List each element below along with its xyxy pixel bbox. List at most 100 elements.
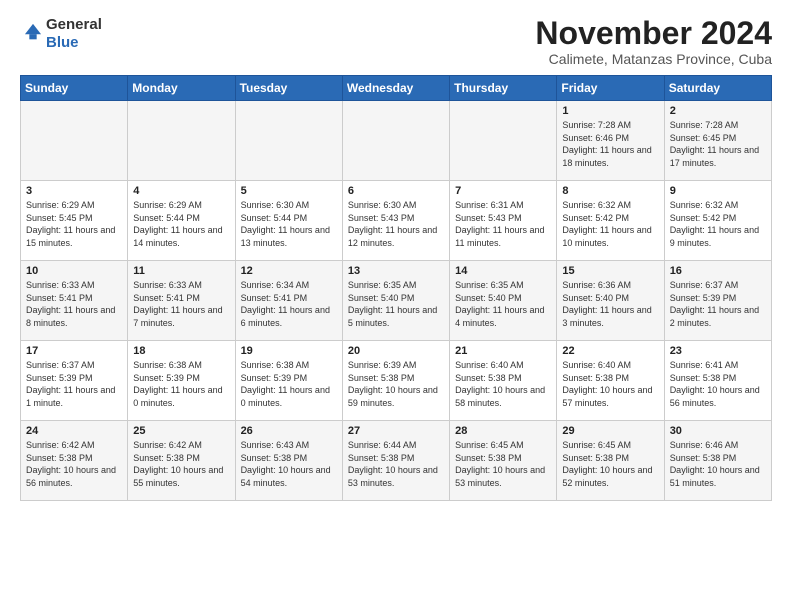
calendar-cell: 24Sunrise: 6:42 AM Sunset: 5:38 PM Dayli…: [21, 421, 128, 501]
day-number: 18: [133, 345, 229, 357]
week-row-2: 3 Sunrise: 6:29 AM Sunset: 5:45 PM Daylig…: [21, 181, 772, 261]
day-number: 17: [26, 345, 122, 357]
day-content: Sunrise: 7:28 AM Sunset: 6:46 PM Dayligh…: [562, 119, 658, 169]
logo-blue-text: Blue: [46, 34, 79, 51]
calendar-cell: 6 Sunrise: 6:30 AM Sunset: 5:43 PM Daylig…: [342, 181, 449, 261]
day-content: Sunrise: 6:39 AM Sunset: 5:38 PM Dayligh…: [348, 359, 444, 409]
calendar-cell: 19Sunrise: 6:38 AM Sunset: 5:39 PM Dayli…: [235, 341, 342, 421]
calendar-subtitle: Calimete, Matanzas Province, Cuba: [535, 51, 772, 67]
day-number: 29: [562, 425, 658, 437]
day-content: Sunrise: 6:35 AM Sunset: 5:40 PM Dayligh…: [455, 279, 551, 329]
day-number: 11: [133, 265, 229, 277]
day-number: 28: [455, 425, 551, 437]
week-row-4: 17 Sunrise: 6:37 AM Sunset: 5:39 PM Dayli…: [21, 341, 772, 421]
day-number: 7: [455, 185, 551, 197]
calendar-cell: 13 Sunrise: 6:35 AM Sunset: 5:40 PM Dayli…: [342, 261, 449, 341]
week-row-5: 24Sunrise: 6:42 AM Sunset: 5:38 PM Dayli…: [21, 421, 772, 501]
day-number: 2: [670, 105, 766, 117]
calendar-cell: [342, 101, 449, 181]
day-content: Sunrise: 6:35 AM Sunset: 5:40 PM Dayligh…: [348, 279, 444, 329]
calendar-cell: 26 Sunrise: 6:43 AM Sunset: 5:38 PM Dayli…: [235, 421, 342, 501]
calendar-cell: 23Sunrise: 6:41 AM Sunset: 5:38 PM Dayli…: [664, 341, 771, 421]
week-row-1: 1 Sunrise: 7:28 AM Sunset: 6:46 PM Daylig…: [21, 101, 772, 181]
calendar-cell: [450, 101, 557, 181]
calendar-cell: 25 Sunrise: 6:42 AM Sunset: 5:38 PM Dayli…: [128, 421, 235, 501]
day-content: Sunrise: 6:46 AM Sunset: 5:38 PM Dayligh…: [670, 439, 766, 489]
logo-general-text: General: [46, 16, 102, 33]
calendar-cell: 29 Sunrise: 6:45 AM Sunset: 5:38 PM Dayli…: [557, 421, 664, 501]
day-number: 30: [670, 425, 766, 437]
day-content: Sunrise: 6:45 AM Sunset: 5:38 PM Dayligh…: [562, 439, 658, 489]
calendar-cell: 16 Sunrise: 6:37 AM Sunset: 5:39 PM Dayli…: [664, 261, 771, 341]
title-block: November 2024 Calimete, Matanzas Provinc…: [535, 16, 772, 67]
calendar-cell: [21, 101, 128, 181]
day-content: Sunrise: 6:37 AM Sunset: 5:39 PM Dayligh…: [670, 279, 766, 329]
calendar-cell: 30 Sunrise: 6:46 AM Sunset: 5:38 PM Dayli…: [664, 421, 771, 501]
day-number: 16: [670, 265, 766, 277]
calendar-cell: 2Sunrise: 7:28 AM Sunset: 6:45 PM Daylig…: [664, 101, 771, 181]
day-content: Sunrise: 6:38 AM Sunset: 5:39 PM Dayligh…: [133, 359, 229, 409]
calendar-cell: 9 Sunrise: 6:32 AM Sunset: 5:42 PM Daylig…: [664, 181, 771, 261]
day-content: Sunrise: 6:31 AM Sunset: 5:43 PM Dayligh…: [455, 199, 551, 249]
calendar-title: November 2024: [535, 16, 772, 51]
weekday-header-sunday: Sunday: [21, 76, 128, 101]
weekday-header-monday: Monday: [128, 76, 235, 101]
weekday-header-row: SundayMondayTuesdayWednesdayThursdayFrid…: [21, 76, 772, 101]
logo: General Blue: [20, 16, 102, 52]
day-content: Sunrise: 6:42 AM Sunset: 5:38 PM Dayligh…: [26, 439, 122, 489]
day-content: Sunrise: 6:29 AM Sunset: 5:44 PM Dayligh…: [133, 199, 229, 249]
day-number: 4: [133, 185, 229, 197]
day-content: Sunrise: 6:43 AM Sunset: 5:38 PM Dayligh…: [241, 439, 337, 489]
calendar-cell: 14 Sunrise: 6:35 AM Sunset: 5:40 PM Dayli…: [450, 261, 557, 341]
day-content: Sunrise: 6:32 AM Sunset: 5:42 PM Dayligh…: [670, 199, 766, 249]
calendar-cell: 5Sunrise: 6:30 AM Sunset: 5:44 PM Daylig…: [235, 181, 342, 261]
day-number: 5: [241, 185, 337, 197]
day-number: 13: [348, 265, 444, 277]
day-content: Sunrise: 6:30 AM Sunset: 5:43 PM Dayligh…: [348, 199, 444, 249]
calendar-cell: 27 Sunrise: 6:44 AM Sunset: 5:38 PM Dayli…: [342, 421, 449, 501]
logo-icon: [22, 21, 44, 43]
day-number: 14: [455, 265, 551, 277]
day-number: 10: [26, 265, 122, 277]
calendar-cell: 10 Sunrise: 6:33 AM Sunset: 5:41 PM Dayli…: [21, 261, 128, 341]
weekday-header-saturday: Saturday: [664, 76, 771, 101]
calendar-cell: 4 Sunrise: 6:29 AM Sunset: 5:44 PM Daylig…: [128, 181, 235, 261]
calendar-cell: 18 Sunrise: 6:38 AM Sunset: 5:39 PM Dayli…: [128, 341, 235, 421]
calendar-cell: 22 Sunrise: 6:40 AM Sunset: 5:38 PM Dayli…: [557, 341, 664, 421]
calendar-cell: 20 Sunrise: 6:39 AM Sunset: 5:38 PM Dayli…: [342, 341, 449, 421]
day-content: Sunrise: 6:45 AM Sunset: 5:38 PM Dayligh…: [455, 439, 551, 489]
calendar-cell: 28 Sunrise: 6:45 AM Sunset: 5:38 PM Dayli…: [450, 421, 557, 501]
day-number: 9: [670, 185, 766, 197]
day-number: 1: [562, 105, 658, 117]
day-content: Sunrise: 6:33 AM Sunset: 5:41 PM Dayligh…: [133, 279, 229, 329]
day-number: 27: [348, 425, 444, 437]
weekday-header-wednesday: Wednesday: [342, 76, 449, 101]
calendar-cell: 15Sunrise: 6:36 AM Sunset: 5:40 PM Dayli…: [557, 261, 664, 341]
calendar-cell: 3 Sunrise: 6:29 AM Sunset: 5:45 PM Daylig…: [21, 181, 128, 261]
day-content: Sunrise: 6:44 AM Sunset: 5:38 PM Dayligh…: [348, 439, 444, 489]
calendar-cell: 8Sunrise: 6:32 AM Sunset: 5:42 PM Daylig…: [557, 181, 664, 261]
day-number: 3: [26, 185, 122, 197]
day-number: 25: [133, 425, 229, 437]
day-number: 22: [562, 345, 658, 357]
day-content: Sunrise: 6:40 AM Sunset: 5:38 PM Dayligh…: [455, 359, 551, 409]
weekday-header-friday: Friday: [557, 76, 664, 101]
day-content: Sunrise: 6:34 AM Sunset: 5:41 PM Dayligh…: [241, 279, 337, 329]
calendar-cell: 17 Sunrise: 6:37 AM Sunset: 5:39 PM Dayli…: [21, 341, 128, 421]
calendar-cell: [128, 101, 235, 181]
day-content: Sunrise: 6:37 AM Sunset: 5:39 PM Dayligh…: [26, 359, 122, 409]
day-number: 23: [670, 345, 766, 357]
day-content: Sunrise: 6:42 AM Sunset: 5:38 PM Dayligh…: [133, 439, 229, 489]
calendar-cell: 7 Sunrise: 6:31 AM Sunset: 5:43 PM Daylig…: [450, 181, 557, 261]
day-content: Sunrise: 6:38 AM Sunset: 5:39 PM Dayligh…: [241, 359, 337, 409]
day-content: Sunrise: 6:40 AM Sunset: 5:38 PM Dayligh…: [562, 359, 658, 409]
weekday-header-thursday: Thursday: [450, 76, 557, 101]
weekday-header-tuesday: Tuesday: [235, 76, 342, 101]
day-number: 26: [241, 425, 337, 437]
day-number: 20: [348, 345, 444, 357]
calendar-table: SundayMondayTuesdayWednesdayThursdayFrid…: [20, 75, 772, 501]
day-number: 6: [348, 185, 444, 197]
week-row-3: 10 Sunrise: 6:33 AM Sunset: 5:41 PM Dayli…: [21, 261, 772, 341]
day-content: Sunrise: 6:29 AM Sunset: 5:45 PM Dayligh…: [26, 199, 122, 249]
day-content: Sunrise: 6:33 AM Sunset: 5:41 PM Dayligh…: [26, 279, 122, 329]
